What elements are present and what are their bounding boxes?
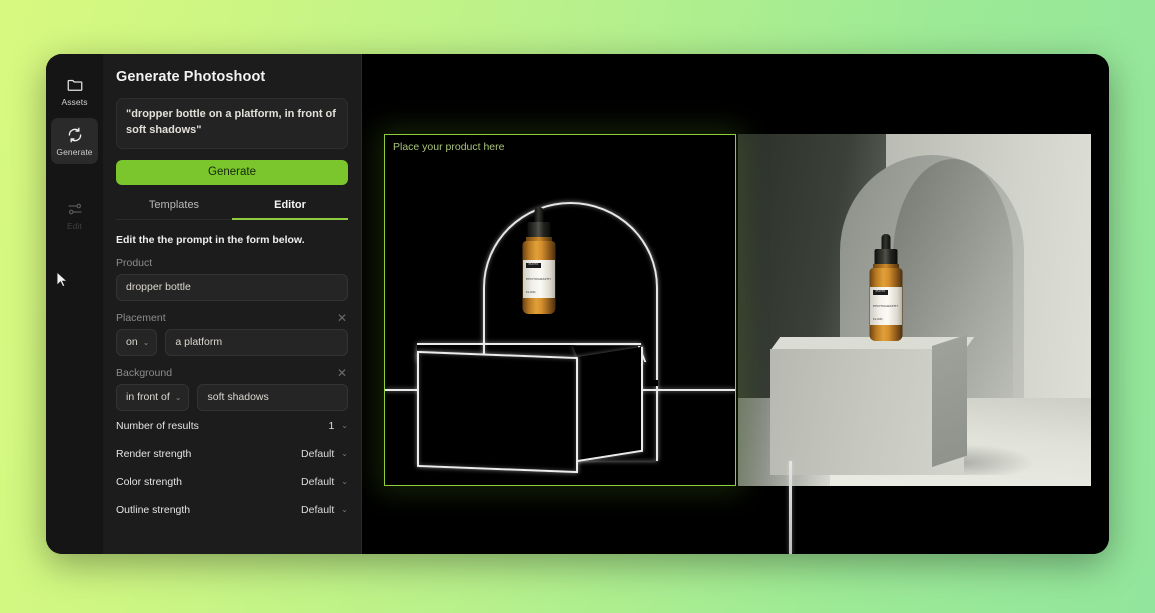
clear-background-icon[interactable]: ✕ — [336, 367, 348, 379]
product-placement-frame[interactable]: Place your product here PHOTO PHOTOGRAPH… — [384, 134, 736, 486]
bottle-label-line-1: PHOTOGRAPHY — [526, 276, 552, 281]
bottle-label: PHOTO PHOTOGRAPHY FLUID, OPACITY 12% WIT… — [523, 260, 555, 298]
mouse-cursor — [56, 270, 69, 288]
option-render-strength-value-group: Default ⌄ — [301, 448, 348, 460]
product-input[interactable] — [116, 273, 348, 301]
render-pedestal-side — [932, 334, 968, 468]
sidebar-item-edit-label: Edit — [66, 220, 83, 231]
field-label-placement-text: Placement — [116, 311, 166, 324]
bottle-label-line-2: FLUID, — [873, 316, 884, 321]
icon-rail: Assets Generate Edit — [46, 54, 103, 554]
sketch-box-right-face — [575, 346, 643, 463]
field-label-product: Product — [116, 257, 348, 269]
background-row: in front of ⌄ — [116, 383, 348, 411]
option-number-of-results-value-group: 1 ⌄ — [328, 420, 348, 432]
field-label-placement: Placement ✕ — [116, 312, 348, 324]
bottle-label-line-1: PHOTOGRAPHY — [873, 303, 899, 308]
option-render-strength-label: Render strength — [116, 447, 192, 460]
sidebar-item-edit[interactable]: Edit — [51, 192, 98, 238]
placement-input[interactable] — [165, 328, 348, 356]
placement-row: on ⌄ — [116, 328, 348, 356]
bottle-label-line-2: FLUID, — [526, 289, 537, 294]
bottle-cap — [874, 249, 898, 265]
sidebar-item-generate-label: Generate — [56, 146, 93, 157]
option-outline-strength-value: Default — [301, 503, 335, 516]
tab-editor[interactable]: Editor — [232, 193, 348, 220]
background-preposition-value: in front of — [126, 391, 170, 404]
bottle-brand-text: PHOTO — [875, 289, 886, 293]
prompt-textarea[interactable]: "dropper bottle on a platform, in front … — [116, 98, 348, 149]
option-number-of-results-value: 1 — [328, 419, 335, 432]
option-number-of-results[interactable]: Number of results 1 ⌄ — [116, 413, 348, 439]
chevron-down-icon: ⌄ — [341, 449, 348, 459]
option-outline-strength-label: Outline strength — [116, 503, 191, 516]
app-window: Assets Generate Edit Generate Photoshoot… — [46, 54, 1109, 554]
option-outline-strength-value-group: Default ⌄ — [301, 504, 348, 516]
sketch-stem-line — [789, 461, 792, 554]
sidebar-item-assets-label: Assets — [61, 96, 88, 107]
field-label-background-text: Background — [116, 366, 173, 379]
canvas-area[interactable]: PHOTO PHOTOGRAPHY FLUID, OPACITY 12% WIT… — [362, 54, 1109, 554]
option-color-strength-value-group: Default ⌄ — [301, 476, 348, 488]
clear-placement-icon[interactable]: ✕ — [336, 312, 348, 324]
folder-icon — [66, 76, 84, 94]
tab-templates[interactable]: Templates — [116, 193, 232, 220]
control-panel: Generate Photoshoot "dropper bottle on a… — [103, 54, 362, 554]
bottle-brand-text: PHOTO — [528, 262, 539, 266]
chevron-down-icon: ⌄ — [142, 337, 150, 347]
placement-preposition-select[interactable]: on ⌄ — [116, 328, 158, 356]
placement-hint-label: Place your product here — [393, 141, 505, 153]
chevron-down-icon: ⌄ — [341, 477, 348, 487]
chevron-down-icon: ⌄ — [341, 505, 348, 515]
field-label-background: Background ✕ — [116, 367, 348, 379]
bottle-label: PHOTO PHOTOGRAPHY FLUID, OPACITY 12% WIT… — [870, 287, 902, 325]
bottle-brand-badge: PHOTO — [526, 262, 541, 268]
sidebar-item-assets[interactable]: Assets — [51, 68, 98, 114]
sketch-box-front-face — [416, 350, 578, 473]
background-input[interactable] — [197, 383, 348, 411]
refresh-icon — [66, 126, 84, 144]
option-render-strength[interactable]: Render strength Default ⌄ — [116, 441, 348, 467]
option-number-of-results-label: Number of results — [116, 419, 199, 432]
field-label-product-text: Product — [116, 256, 153, 269]
option-render-strength-value: Default — [301, 447, 335, 460]
option-outline-strength[interactable]: Outline strength Default ⌄ — [116, 497, 348, 523]
generate-button[interactable]: Generate — [116, 159, 348, 185]
sliders-icon — [66, 200, 84, 218]
form-hint: Edit the the prompt in the form below. — [116, 233, 305, 246]
chevron-down-icon: ⌄ — [341, 421, 348, 431]
bottle-brand-badge: PHOTO — [873, 289, 888, 295]
sidebar-item-generate[interactable]: Generate — [51, 118, 98, 164]
chevron-down-icon: ⌄ — [174, 392, 182, 402]
bottle-cap — [527, 222, 551, 238]
option-color-strength-label: Color strength — [116, 475, 182, 488]
generated-render-image[interactable]: PHOTO PHOTOGRAPHY FLUID, OPACITY 12% WIT… — [738, 134, 1091, 486]
option-color-strength-value: Default — [301, 475, 335, 488]
background-preposition-select[interactable]: in front of ⌄ — [116, 383, 190, 411]
placement-preposition-value: on — [126, 336, 138, 349]
panel-tabs: Templates Editor — [116, 193, 348, 220]
option-color-strength[interactable]: Color strength Default ⌄ — [116, 469, 348, 495]
page-title: Generate Photoshoot — [116, 69, 266, 85]
